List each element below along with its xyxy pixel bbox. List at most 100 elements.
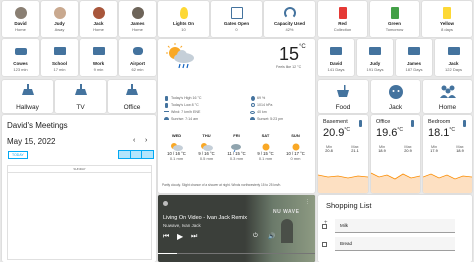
face-icon (387, 84, 405, 100)
sensor-state: 10 (181, 27, 186, 32)
person-tile[interactable]: Judy Away (41, 1, 78, 37)
progress-bar[interactable] (158, 253, 315, 254)
trash-can-icon (338, 7, 347, 19)
shopping-item-checkbox[interactable] (322, 242, 327, 247)
shopping-item-text: Bread (340, 241, 353, 246)
forecast-day-name: SUN (291, 133, 300, 138)
sunny-icon (262, 143, 270, 151)
person-tile[interactable]: David Home (2, 1, 39, 37)
thermometer-icon (411, 120, 414, 127)
sensor-name: Lights On (173, 21, 194, 26)
ceiling-light-icon (123, 84, 141, 100)
gate-icon (230, 7, 243, 19)
person-state: Home (15, 27, 26, 32)
place-name: Work (92, 61, 105, 66)
thermometer-icon (165, 103, 168, 108)
shopping-item-checkbox[interactable] (322, 224, 327, 229)
feels-like: Feels like 12 °C (276, 65, 302, 69)
min-value: Min 18.9 (378, 145, 386, 153)
ceiling-light-icon (19, 84, 37, 100)
person-tile[interactable]: James Home (119, 1, 156, 37)
view-switcher[interactable] (118, 150, 154, 159)
birthday-tile[interactable]: Jack 122 Days (435, 39, 472, 76)
volume-icon[interactable]: 🔊 (268, 233, 275, 240)
gates-tile[interactable]: Gates Open 0 (211, 1, 262, 37)
room-name: TV (76, 104, 85, 111)
lightbulb-icon (179, 7, 188, 19)
travel-tile[interactable]: Cowes 123 min (2, 39, 39, 76)
calendar-card[interactable]: David's Meetings May 15, 2022 ‹ › TODAY … (2, 115, 156, 262)
shopping-item-input[interactable]: Milk (335, 219, 455, 233)
birthday-tile[interactable]: David 141 Days (318, 39, 354, 76)
lights-tile[interactable]: Lights On 10 (158, 1, 209, 37)
temperature-card[interactable]: Office 19.6°C Min 18.9 Max 20.9 (371, 115, 420, 193)
place-name: Airport (130, 61, 145, 66)
sunny-icon (292, 143, 300, 151)
airplane-icon (132, 47, 143, 55)
green-bin-tile[interactable]: Green Tomorrow (370, 1, 419, 37)
food-button[interactable]: Food (318, 80, 368, 113)
room-name: Office (123, 104, 141, 111)
jack-button[interactable]: Jack (371, 80, 420, 113)
today-button[interactable]: TODAY (8, 151, 28, 159)
travel-tile[interactable]: School 17 min (41, 39, 78, 76)
capacity-tile[interactable]: Capacity Used 42% (264, 1, 315, 37)
next-icon[interactable]: › (145, 137, 147, 144)
bin-state: Collection (333, 27, 352, 32)
forecast-day-name: FRI (233, 133, 240, 138)
previous-track-icon[interactable]: ⏮ (163, 233, 169, 241)
avatar (131, 7, 144, 19)
max-value: Max 21.1 (351, 145, 359, 153)
button-label: Jack (388, 104, 403, 111)
room-light-office[interactable]: Office (108, 80, 156, 113)
travel-tile[interactable]: Work 9 min (80, 39, 117, 76)
next-track-icon[interactable]: ⏭ (191, 233, 197, 241)
person-name: Jack (93, 21, 104, 26)
red-bin-tile[interactable]: Red Collection (318, 1, 367, 37)
more-options-icon[interactable]: ⋮ (305, 199, 310, 205)
sensor-value: 19.6°C (376, 127, 404, 139)
play-icon[interactable]: ▶ (177, 232, 183, 241)
sensor-graph (318, 174, 368, 193)
cloudy-rain-icon (231, 144, 241, 153)
min-value: Min 17.9 (430, 145, 438, 153)
birthday-tile[interactable]: James 187 Days (396, 39, 432, 76)
place-time: 9 min (93, 67, 104, 72)
person-state: Home (93, 27, 104, 32)
weather-card[interactable]: 15°C Feels like 12 °C Today's High 16 °C… (158, 39, 315, 193)
room-light-hallway[interactable]: Hallway (2, 80, 53, 113)
yellow-bin-tile[interactable]: Yellow 8 days (422, 1, 472, 37)
shopping-item-input[interactable]: Bread (335, 237, 455, 251)
trash-can-icon (443, 7, 451, 19)
previous-icon[interactable]: ‹ (133, 137, 135, 144)
cake-icon (447, 47, 460, 55)
travel-tile[interactable]: Airport 62 min (119, 39, 156, 76)
todays-high: Today's High 16 °C (171, 96, 202, 100)
todays-low: Today's Low 8 °C (171, 103, 199, 107)
day-view-icon[interactable] (141, 151, 154, 158)
person-tile[interactable]: Jack Home (80, 1, 117, 37)
power-icon[interactable]: ⏻ (253, 233, 258, 240)
temperature-card[interactable]: Basement 20.9°C Min 20.8 Max 21.1 (318, 115, 368, 193)
place-name: Cowes (13, 61, 28, 66)
home-button[interactable]: Home (423, 80, 472, 113)
room-name: Hallway (16, 104, 39, 111)
month-view-icon[interactable] (119, 151, 130, 158)
birthday-tile[interactable]: Judy 191 Days (357, 39, 393, 76)
food-icon (334, 84, 352, 100)
forecast-day-name: THU (202, 133, 211, 138)
week-view-icon[interactable] (129, 151, 142, 158)
sunrise: Sunrise: 7:14 am (171, 117, 199, 121)
place-time: 17 min (53, 67, 66, 72)
media-player[interactable]: NU WAVE ⋮ Living On Video - Ivan Jack Re… (158, 195, 315, 262)
forecast-day-name: WED (171, 133, 182, 138)
album-art: NU WAVE (245, 195, 315, 262)
forecast-rain: 0.1 mm (258, 156, 273, 161)
media-source-icon (163, 201, 168, 206)
room-light-tv[interactable]: TV (55, 80, 106, 113)
visibility-icon (250, 111, 255, 114)
wind-icon (164, 111, 169, 112)
album-art-figure (281, 219, 293, 243)
bin-name: Yellow (439, 21, 454, 26)
temperature-card[interactable]: Bedroom 18.1°C Min 17.9 Max 18.9 (423, 115, 472, 193)
